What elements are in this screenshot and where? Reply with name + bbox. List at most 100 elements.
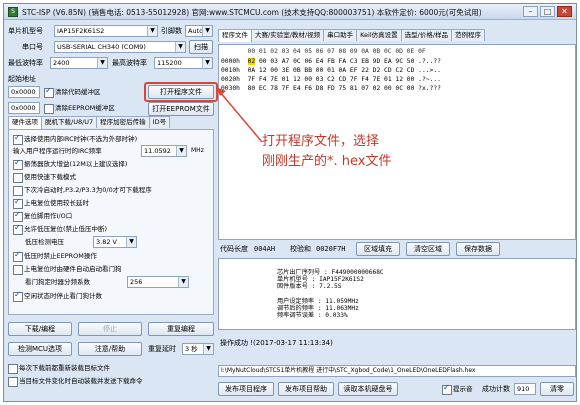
- tab-offline-download[interactable]: 脱机下载/U8/U7: [41, 116, 98, 128]
- option-low-voltage-label: 低压检测电压: [25, 238, 64, 246]
- option-oscillator-gain[interactable]: 振荡器放大增益(12M以上建议选择): [13, 158, 127, 170]
- chevron-down-icon: ▼: [178, 277, 188, 287]
- hex-row: 0020h 7F F4 7E 01 12 00 03 C2 CD 7F F4 7…: [221, 75, 441, 84]
- max-baud-select[interactable]: 115200 ▼: [154, 57, 213, 69]
- hex-row: 0010h 0A 12 00 3E 0B BB 00 01 0A EF 22 D…: [221, 66, 441, 75]
- pin-count-value: Auto: [188, 27, 204, 35]
- annotation-arrow-icon: [216, 87, 263, 143]
- hex-row-address: 0010h: [221, 67, 240, 74]
- hex-row-address: 0000h: [221, 58, 240, 65]
- tab-keil-settings[interactable]: Keil仿真设置: [356, 29, 402, 41]
- min-baud-label: 最低波特率: [8, 59, 43, 67]
- mcu-type-label: 单片机型号: [8, 27, 43, 35]
- publish-program-button[interactable]: 发布项目程序: [218, 382, 274, 396]
- option-internal-irc[interactable]: 选择使用内部IRC时钟(不选为外部时钟): [13, 133, 137, 145]
- irc-frequency-select[interactable]: 11.0592 ▼: [141, 145, 187, 157]
- hex-row-ascii: .?~...: [414, 76, 441, 83]
- window-title: STC-ISP (V6.85N) (销售电话: 0513-55012928) 官…: [22, 8, 482, 17]
- option-low-voltage-eeprom[interactable]: 低压时禁止EEPROM操作: [13, 250, 97, 262]
- option-irc-frequency-label: 输入用户程序运行时的IRC频率: [13, 147, 102, 155]
- pin-count-label: 引脚数: [161, 27, 182, 35]
- chevron-down-icon: ▼: [202, 26, 212, 36]
- irc-frequency-value: 11.0592: [144, 147, 171, 155]
- clear-code-buffer-checkbox[interactable]: 清除代码缓冲区: [44, 86, 101, 98]
- irc-unit: MHz: [191, 147, 204, 154]
- repeat-program-button[interactable]: 重复编程: [148, 322, 214, 336]
- fill-area-button[interactable]: 区域填充: [356, 242, 400, 256]
- read-disk-serial-button[interactable]: 读取本机硬盘号: [338, 382, 398, 396]
- mcu-type-select[interactable]: IAP15F2K61S2 ▼: [54, 25, 158, 37]
- hex-row-bytes: 0A 12 00 3E 0B BB 00 01 0A EF 22 D2 CD C…: [247, 67, 415, 74]
- reload-before-download-checkbox[interactable]: 每次下载前都重新装载目标文件: [8, 363, 110, 374]
- tab-examples[interactable]: 范例程序: [451, 29, 486, 41]
- stop-button[interactable]: 停止: [78, 322, 142, 336]
- scan-button[interactable]: 扫描: [189, 40, 213, 54]
- low-voltage-select[interactable]: 3.82 V ▼: [93, 236, 137, 248]
- clear-eeprom-buffer-checkbox[interactable]: 清除EEPROM缓冲区: [44, 103, 115, 114]
- main-tabs: 程序文件 大赛/实验室/教材/视频 串口助手 Keil仿真设置 选型/价格/样品…: [218, 29, 486, 42]
- hex-row: 0000h 02 00 03 A7 0C 06 E4 FB FA C3 EB 9…: [221, 57, 441, 66]
- download-program-button[interactable]: 下载/编程: [8, 322, 72, 336]
- option-hw-watchdog[interactable]: 上电复位时由硬件自动启动看门狗: [13, 264, 122, 275]
- hex-row-ascii: .?..??: [414, 58, 441, 65]
- annotation-line-2: 刚刚生产的*. hex文件: [262, 154, 392, 169]
- hex-header: 00 01 02 03 04 05 06 07 08 09 0A 0B 0C 0…: [221, 48, 426, 55]
- hex-row-ascii: ...>..: [414, 67, 441, 74]
- chevron-down-icon: ▼: [176, 146, 186, 156]
- help-button[interactable]: 注意/帮助: [78, 342, 142, 356]
- watchdog-divider-select[interactable]: 256 ▼: [127, 276, 189, 288]
- tab-serial-assistant[interactable]: 串口助手: [323, 29, 358, 41]
- option-cold-start-p32[interactable]: 下次冷启动时,P3.2/P3.3为0/0才可下载程序: [13, 185, 152, 196]
- eeprom-address-input[interactable]: 0x0000: [8, 102, 40, 114]
- pin-count-select[interactable]: Auto ▼: [185, 25, 213, 37]
- status-line: 操作成功 !(2017-03-17 11:13:34): [220, 339, 333, 347]
- repeat-delay-select[interactable]: 3 秒 ▼: [182, 343, 214, 355]
- annotation-text: 打开程序文件，选择 刚刚生产的*. hex文件: [262, 132, 462, 172]
- chevron-down-icon: ▼: [203, 344, 213, 354]
- detect-mcu-button[interactable]: 检测MCU选项: [8, 342, 72, 356]
- port-select[interactable]: USB-SERIAL CH340 (COM9) ▼: [54, 41, 186, 53]
- minimize-button[interactable]: –: [523, 6, 538, 17]
- tab-encrypted-transfer[interactable]: 程序加密后传输: [96, 116, 150, 128]
- open-eeprom-file-button[interactable]: 打开EEPROM文件: [148, 102, 214, 116]
- chevron-down-icon: ▼: [97, 58, 107, 68]
- hex-row-bytes: 7F F4 7E 01 12 00 03 C2 CD 7F F4 7E 01 1…: [247, 76, 415, 83]
- option-reset-as-io[interactable]: 复位脚用作I/O口: [13, 210, 72, 222]
- hex-row-address: 0020h: [221, 76, 240, 83]
- option-fast-download[interactable]: 使用快速下载模式: [13, 172, 76, 183]
- file-path-field[interactable]: I:\MyNutCloud\STC51单片机教程 进行中\STC_Xgbod_C…: [218, 365, 576, 377]
- info-line: 频率调节误差 : 0.033%: [277, 312, 348, 319]
- clear-count-button[interactable]: 清零: [540, 382, 574, 396]
- close-button[interactable]: ✕: [557, 6, 572, 17]
- clear-area-button[interactable]: 清空区域: [406, 242, 450, 256]
- chevron-down-icon: ▼: [147, 26, 157, 36]
- option-low-voltage-reset[interactable]: 允许低压复位(禁止低压中断): [13, 223, 107, 235]
- options-tabs: 硬件选项 脱机下载/U8/U7 程序加密后传输 ID号: [8, 116, 171, 129]
- info-output-box: 芯片出厂序列号 : F449000000668C 单片机型号 : IAP15F2…: [218, 258, 576, 330]
- sound-checkbox[interactable]: 提示音: [442, 383, 473, 395]
- highlight-box: [144, 82, 218, 102]
- publish-help-button[interactable]: 发布项目帮助: [278, 382, 334, 396]
- tab-contest-lab[interactable]: 大赛/实验室/教材/视频: [251, 29, 325, 41]
- hardware-options-panel: 选择使用内部IRC时钟(不选为外部时钟) 输入用户程序运行时的IRC频率 11.…: [8, 129, 214, 315]
- code-size-value: 004AH: [254, 245, 276, 253]
- checksum-label: 校验和: [290, 245, 311, 253]
- checksum-value: 0020F7H: [316, 245, 346, 253]
- tab-id[interactable]: ID号: [148, 116, 171, 128]
- auto-send-on-change-checkbox[interactable]: 当目标文件变化时自动装载并发送下载命令: [8, 376, 143, 387]
- title-bar: S STC-ISP (V6.85N) (销售电话: 0513-55012928)…: [4, 4, 576, 20]
- option-long-reset-delay[interactable]: 上电复位使用较长延时: [13, 197, 89, 209]
- maximize-button[interactable]: □: [540, 6, 555, 17]
- code-address-input[interactable]: 0x0000: [8, 86, 40, 98]
- watchdog-divider-value: 256: [130, 278, 143, 286]
- save-data-button[interactable]: 保存数据: [456, 242, 500, 256]
- start-address-label: 起始地址: [8, 75, 36, 83]
- tab-hardware-options[interactable]: 硬件选项: [8, 116, 42, 129]
- tab-program-file[interactable]: 程序文件: [218, 29, 252, 42]
- stc-app-icon: S: [8, 7, 18, 17]
- min-baud-select[interactable]: 2400 ▼: [50, 57, 108, 69]
- repeat-delay-label: 重复延时: [148, 345, 176, 353]
- tab-selection-price[interactable]: 选型/价格/样品: [400, 29, 453, 41]
- option-idle-stop-watchdog[interactable]: 空闲状态时停止看门狗计数: [13, 290, 102, 302]
- port-value: USB-SERIAL CH340 (COM9): [57, 43, 146, 51]
